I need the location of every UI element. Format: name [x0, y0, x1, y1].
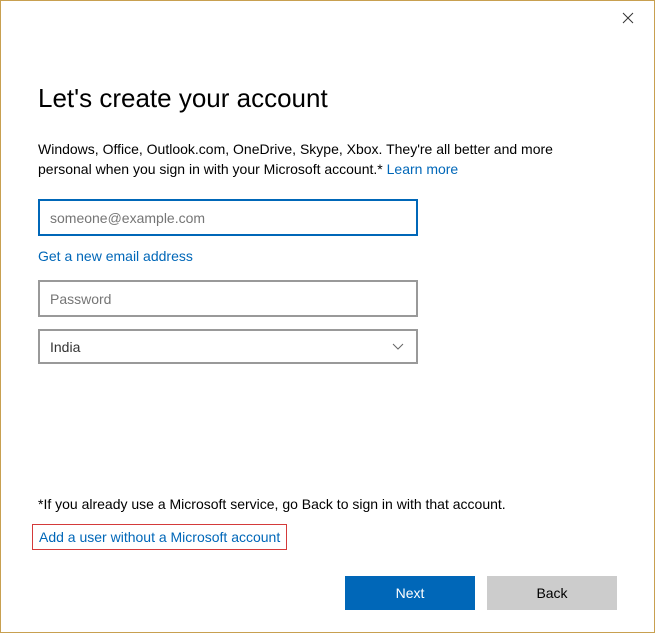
learn-more-link[interactable]: Learn more — [387, 161, 459, 177]
add-user-without-ms-account-link[interactable]: Add a user without a Microsoft account — [32, 524, 287, 550]
description-text: Windows, Office, Outlook.com, OneDrive, … — [38, 140, 578, 179]
close-button[interactable] — [610, 5, 646, 33]
country-select[interactable]: India — [38, 329, 418, 364]
email-field[interactable] — [38, 199, 418, 236]
signup-form: Get a new email address India — [38, 199, 418, 364]
password-field[interactable] — [38, 280, 418, 317]
get-new-email-link[interactable]: Get a new email address — [38, 248, 418, 264]
back-button[interactable]: Back — [487, 576, 617, 610]
button-row: Next Back — [38, 576, 617, 610]
next-button[interactable]: Next — [345, 576, 475, 610]
close-icon — [622, 11, 634, 27]
chevron-down-icon — [392, 343, 404, 351]
page-title: Let's create your account — [38, 83, 617, 114]
description-body: Windows, Office, Outlook.com, OneDrive, … — [38, 141, 553, 177]
country-select-value: India — [50, 339, 80, 355]
footnote-text: *If you already use a Microsoft service,… — [38, 496, 617, 512]
